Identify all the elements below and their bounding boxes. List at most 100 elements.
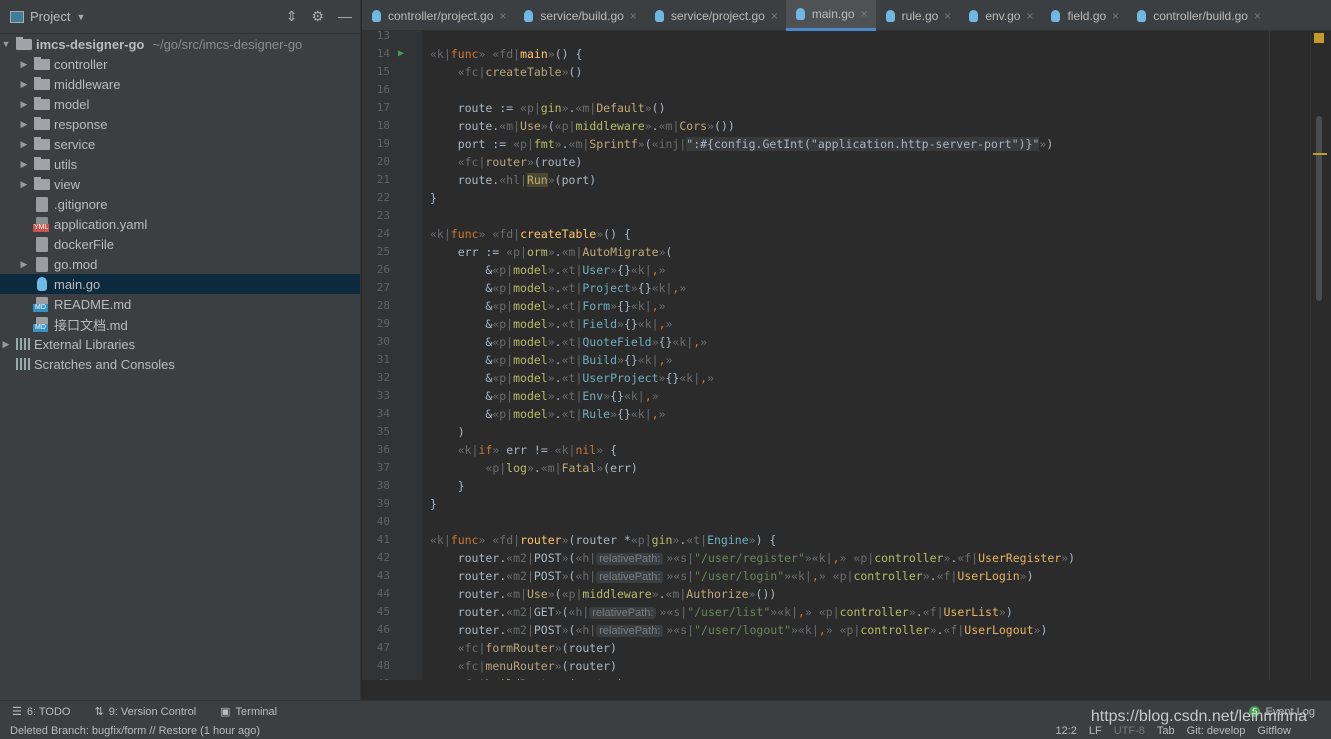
code-line[interactable]: router.«m|Use»(«p|middleware».«m|Authori… xyxy=(430,585,777,603)
hide-icon[interactable]: — xyxy=(338,8,352,25)
code-line[interactable]: &«p|model».«t|Rule»{}«k|,» xyxy=(430,405,665,423)
todo-tool-button[interactable]: ☰ 6: TODO xyxy=(12,705,70,719)
tree-item-scratches-and-consoles[interactable]: Scratches and Consoles xyxy=(0,354,360,374)
tree-item-view[interactable]: ▶ view xyxy=(0,174,360,194)
token-marker: » xyxy=(478,47,486,61)
code-line[interactable]: «fc|formRouter»(router) xyxy=(430,639,617,657)
line-number: 20 xyxy=(376,155,390,168)
code-line[interactable]: &«p|model».«t|User»{}«k|,» xyxy=(430,261,665,279)
line-number: 43 xyxy=(376,569,390,582)
editor-scrollbar[interactable] xyxy=(1310,31,1331,680)
warning-marker-icon[interactable] xyxy=(1314,33,1324,43)
collapse-all-icon[interactable]: ⇕ xyxy=(286,8,298,25)
code-line[interactable]: err := «p|orm».«m|AutoMigrate»( xyxy=(430,243,673,261)
tree-item-go-mod[interactable]: ▶ go.mod xyxy=(0,254,360,274)
token-marker: » xyxy=(561,623,569,637)
close-icon[interactable]: × xyxy=(771,9,778,23)
code-line[interactable]: router.«m2|POST»(«h| relativePath: »«s|"/u… xyxy=(430,549,1075,567)
tree-item-controller[interactable]: ▶ controller xyxy=(0,54,360,74)
code-line[interactable]: «fc|createTable»() xyxy=(430,63,583,81)
code-line[interactable]: } xyxy=(430,477,465,495)
code-line[interactable]: «fc|menuRouter»(router) xyxy=(430,657,617,675)
close-icon[interactable]: × xyxy=(499,9,506,23)
git-branch[interactable]: Git: develop xyxy=(1187,725,1246,737)
code-line[interactable]: port := «p|fmt».«m|Sprintf»(«inj|":#{con… xyxy=(430,135,1053,153)
code-line[interactable]: } xyxy=(430,189,437,207)
close-icon[interactable]: × xyxy=(1112,9,1119,23)
tab-rule-go[interactable]: rule.go × xyxy=(876,0,960,31)
gitflow-widget[interactable]: Gitflow xyxy=(1257,725,1291,737)
tree-item-dockerfile[interactable]: dockerFile xyxy=(0,234,360,254)
tree-item------md[interactable]: 接口文档.md xyxy=(0,314,360,334)
warning-stripe[interactable] xyxy=(1313,153,1327,155)
tree-item-response[interactable]: ▶ response xyxy=(0,114,360,134)
project-view-selector[interactable]: Project xyxy=(30,9,70,24)
tree-item-external-libraries[interactable]: ▶ External Libraries xyxy=(0,334,360,354)
code-line[interactable]: router.«m2|POST»(«h| relativePath: »«s|"/u… xyxy=(430,567,1034,585)
chevron-down-icon[interactable]: ▼ xyxy=(76,12,85,22)
code-line[interactable]: &«p|model».«t|Field»{}«k|,» xyxy=(430,315,672,333)
version-control-tool-button[interactable]: ⇅ 9: Version Control xyxy=(94,705,196,719)
code-line[interactable]: &«p|model».«t|UserProject»{}«k|,» xyxy=(430,369,714,387)
close-icon[interactable]: × xyxy=(1254,9,1261,23)
terminal-tool-button[interactable]: ▣ Terminal xyxy=(220,705,277,719)
expand-arrow-icon[interactable]: ▼ xyxy=(0,39,12,49)
code-line[interactable]: «fc|buildRouter»(router) xyxy=(430,675,624,680)
tree-item-main-go[interactable]: main.go xyxy=(0,274,360,294)
code-token: controller xyxy=(839,605,909,619)
code-line[interactable]: } xyxy=(430,495,437,513)
code-line[interactable]: «fc|router»(route) xyxy=(430,153,583,171)
code-line[interactable]: «p|log».«m|Fatal»(err) xyxy=(430,459,637,477)
code-line[interactable]: ) xyxy=(430,423,465,441)
tab-main-go[interactable]: main.go × xyxy=(785,0,876,31)
tab-service-project-go[interactable]: service/project.go × xyxy=(645,0,786,31)
tree-root[interactable]: ▼ imcs-designer-go ~/go/src/imcs-designe… xyxy=(0,34,360,54)
tab-env-go[interactable]: env.go × xyxy=(959,0,1041,31)
tree-item-middleware[interactable]: ▶ middleware xyxy=(0,74,360,94)
close-icon[interactable]: × xyxy=(630,9,637,23)
code-line[interactable]: «k|func» «fd|createTable»() { xyxy=(430,225,631,243)
code-line[interactable]: &«p|model».«t|QuoteField»{}«k|,» xyxy=(430,333,707,351)
code-token: controller xyxy=(860,623,930,637)
token-marker: «p| xyxy=(561,587,583,601)
close-icon[interactable]: × xyxy=(861,7,868,21)
indent-setting[interactable]: Tab xyxy=(1157,725,1175,737)
tab-service-build-go[interactable]: service/build.go × xyxy=(514,0,644,31)
file-encoding[interactable]: UTF-8 xyxy=(1114,725,1145,737)
tree-item--gitignore[interactable]: .gitignore xyxy=(0,194,360,214)
tree-item-application-yaml[interactable]: application.yaml xyxy=(0,214,360,234)
line-separator[interactable]: LF xyxy=(1089,725,1102,737)
code-line[interactable]: route := «p|gin».«m|Default»() xyxy=(430,99,666,117)
tree-item-model[interactable]: ▶ model xyxy=(0,94,360,114)
scrollbar-thumb[interactable] xyxy=(1316,116,1322,301)
code-token: model xyxy=(513,371,548,385)
token-marker: «p| xyxy=(554,119,576,133)
token-marker: «p| xyxy=(492,353,514,367)
code-line[interactable]: «k|if» err != «k|nil» { xyxy=(430,441,617,459)
tab-controller-build-go[interactable]: controller/build.go × xyxy=(1127,0,1269,31)
code-line[interactable]: route.«m|Use»(«p|middleware».«m|Cors»()) xyxy=(430,117,735,135)
code-line[interactable]: &«p|model».«t|Project»{}«k|,» xyxy=(430,279,686,297)
code-line[interactable]: «k|func» «fd|router»(router *«p|gin».«t|… xyxy=(430,531,776,549)
code-line[interactable]: &«p|model».«t|Env»{}«k|,» xyxy=(430,387,658,405)
code-line[interactable]: «k|func» «fd|main»() { xyxy=(430,45,582,63)
code-line[interactable]: router.«m2|POST»(«h| relativePath: »«s|"/u… xyxy=(430,621,1047,639)
code-line[interactable]: &«p|model».«t|Build»{}«k|,» xyxy=(430,351,672,369)
code-editor[interactable]: 13 14 ▶ 15 16 17 18 19 20 21 22 23 24 25 26 27 28 29 30 31 3… xyxy=(362,31,1310,680)
tree-item-utils[interactable]: ▶ utils xyxy=(0,154,360,174)
code-line[interactable]: route.«hl|Run»(port) xyxy=(430,171,596,189)
tab-controller-project-go[interactable]: controller/project.go × xyxy=(362,0,514,31)
close-icon[interactable]: × xyxy=(1026,9,1033,23)
run-icon[interactable]: ▶ xyxy=(398,48,404,59)
token-marker: «t| xyxy=(561,281,583,295)
gear-icon[interactable]: ⚙ xyxy=(311,8,324,25)
tree-item-readme-md[interactable]: README.md xyxy=(0,294,360,314)
code-line[interactable]: router.«m2|GET»(«h| relativePath: »«s|"/us… xyxy=(430,603,1013,621)
caret-position[interactable]: 12:2 xyxy=(1055,725,1076,737)
code-line[interactable]: &«p|model».«t|Form»{}«k|,» xyxy=(430,297,665,315)
close-icon[interactable]: × xyxy=(944,9,951,23)
tree-item-service[interactable]: ▶ service xyxy=(0,134,360,154)
tab-field-go[interactable]: field.go × xyxy=(1041,0,1127,31)
status-message[interactable]: Deleted Branch: bugfix/form // Restore (… xyxy=(10,725,260,737)
parameter-hint: relativePath: xyxy=(596,571,664,583)
